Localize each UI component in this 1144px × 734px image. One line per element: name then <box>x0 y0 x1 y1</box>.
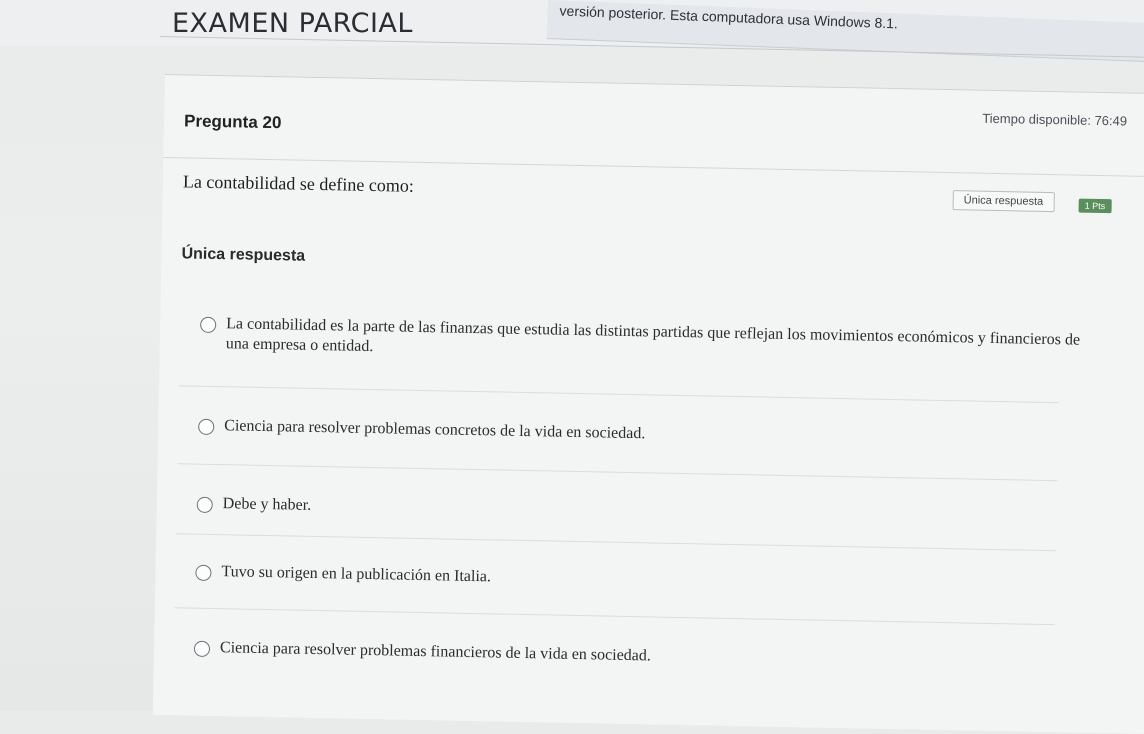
radio-button[interactable] <box>195 564 212 581</box>
option-divider <box>174 607 1055 626</box>
answer-option[interactable]: Debe y haber. <box>196 494 1077 531</box>
exam-title: EXAMEN PARCIAL <box>172 8 413 39</box>
answer-option[interactable]: Ciencia para resolver problemas concreto… <box>198 416 1078 453</box>
answer-type-heading: Única respuesta <box>181 245 306 265</box>
option-divider <box>176 533 1057 552</box>
warning-text: versión posterior. Esta computadora usa … <box>559 2 899 32</box>
answer-option[interactable]: Ciencia para resolver problemas financie… <box>193 638 1074 675</box>
option-divider <box>179 385 1059 404</box>
radio-button[interactable] <box>196 496 213 513</box>
warning-banner: versión posterior. Esta computadora usa … <box>546 0 1144 63</box>
time-remaining: Tiempo disponible: 76:49 <box>982 110 1128 129</box>
question-number: Pregunta 20 <box>183 111 282 133</box>
answer-option[interactable]: Tuvo su origen en la publicación en Ital… <box>195 562 1075 599</box>
answer-option-label[interactable]: Ciencia para resolver problemas concreto… <box>224 416 645 444</box>
question-text: La contabilidad se define como: <box>182 171 415 196</box>
answer-option-label[interactable]: Ciencia para resolver problemas financie… <box>220 638 651 666</box>
answer-option-label[interactable]: La contabilidad es la parte de las finan… <box>226 314 1081 370</box>
answer-option[interactable]: La contabilidad es la parte de las finan… <box>200 314 1081 371</box>
radio-button[interactable] <box>198 418 215 436</box>
answer-option-label[interactable]: Tuvo su origen en la publicación en Ital… <box>221 562 491 587</box>
exam-header: EXAMEN PARCIAL versión posterior. Esta c… <box>0 0 1144 63</box>
question-card: Pregunta 20 Tiempo disponible: 76:49 La … <box>152 74 1144 734</box>
radio-button[interactable] <box>200 316 217 334</box>
points-badge: 1 Pts <box>1078 198 1112 214</box>
radio-button[interactable] <box>193 640 211 657</box>
question-type-badge: Única respuesta <box>952 190 1055 213</box>
answer-option-label[interactable]: Debe y haber. <box>223 494 312 516</box>
option-divider <box>177 463 1058 482</box>
